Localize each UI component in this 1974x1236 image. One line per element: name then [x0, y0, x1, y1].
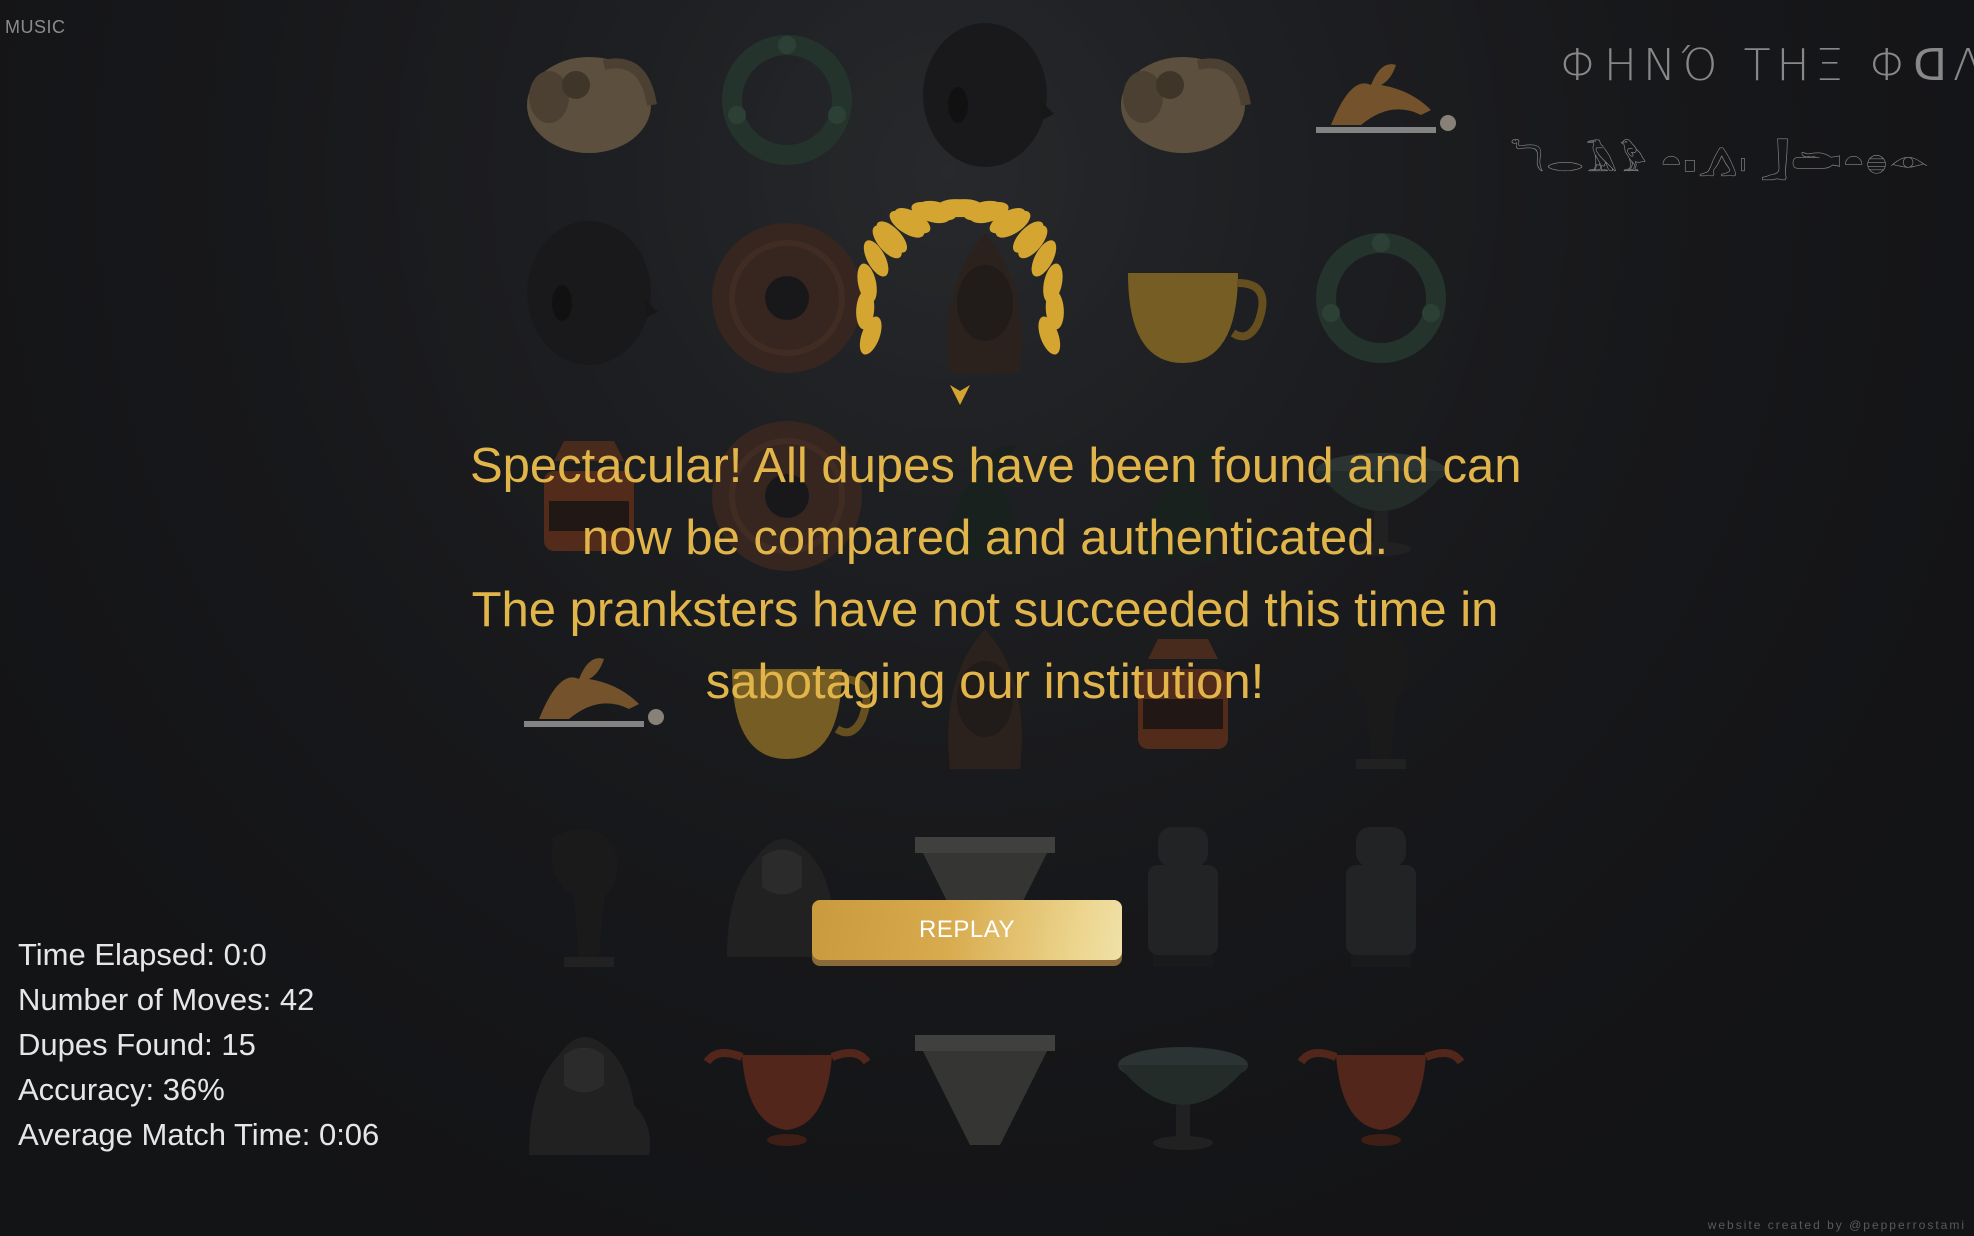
music-toggle[interactable]: MUSIC [5, 17, 66, 38]
dark-bird-statue-card[interactable] [494, 797, 684, 987]
completion-message-line: now be compared and authenticated. [581, 511, 1389, 565]
stats-panel: Time Elapsed: 0:0 Number of Moves: 42 Du… [18, 932, 379, 1157]
bronze-bracelet-icon [1316, 233, 1446, 363]
green-bowl-icon [1118, 1047, 1248, 1150]
horse-figurine-icon [1316, 64, 1456, 133]
time-elapsed: Time Elapsed: 0:0 [18, 937, 267, 972]
accuracy: Accuracy: 36% [18, 1072, 225, 1107]
ram-head-vessel-icon [1121, 57, 1251, 153]
average-match-time: Average Match Time: 0:06 [18, 1117, 380, 1152]
clay-skyphos-icon [703, 1049, 871, 1146]
sumerian-statue-icon [1346, 827, 1416, 967]
bronze-bracelet-icon [722, 35, 852, 165]
number-of-moves: Number of Moves: 42 [18, 982, 315, 1017]
black-stone-head-card[interactable] [494, 203, 684, 393]
clay-skyphos-card[interactable] [692, 995, 882, 1185]
site-credit: website created by @pepperrostami [1707, 1218, 1966, 1232]
lamassu-card[interactable] [494, 995, 684, 1185]
completion-message-line: sabotaging our institution! [705, 655, 1265, 709]
game-subtitle-glyphs: 𓆓𓂋𓄿𓅱 𓏏𓊪𓂻𓏤 𓃀𓂧𓏏𓐍𓁹 [1510, 141, 1931, 179]
completion-message: Spectacular! All dupes have been found a… [470, 430, 1522, 718]
clay-skyphos-icon [1297, 1049, 1465, 1146]
horse-figurine-card[interactable] [1286, 5, 1476, 195]
golden-cup-icon [1128, 273, 1267, 363]
clay-skyphos-card[interactable] [1286, 995, 1476, 1185]
black-stone-head-icon [923, 23, 1054, 167]
ram-head-vessel-card[interactable] [1088, 5, 1278, 195]
dupes-found: Dupes Found: 15 [18, 1027, 256, 1062]
dark-bird-statue-icon [551, 829, 618, 967]
lamassu-icon [529, 1037, 650, 1155]
stone-bowl-icon [915, 1035, 1055, 1145]
bronze-bracelet-card[interactable] [692, 5, 882, 195]
ram-head-vessel-icon [527, 57, 657, 153]
sumerian-statue-card[interactable] [1286, 797, 1476, 987]
bronze-bracelet-card[interactable] [1286, 203, 1476, 393]
black-stone-head-icon [527, 221, 658, 365]
replay-button[interactable]: REPLAY [812, 900, 1122, 960]
green-bowl-card[interactable] [1088, 995, 1278, 1185]
stone-bowl-card[interactable] [890, 995, 1080, 1185]
game-screen: MUSIC ΦΗΝΌ ΤΗΞ ΦᗡΛVD! 𓆓𓂋𓄿𓅱 𓏏𓊪𓂻𓏤 𓃀𓂧𓏏𓐍𓁹 Sp… [0, 0, 1974, 1236]
completion-message-line: Spectacular! All dupes have been found a… [470, 439, 1522, 493]
ram-head-vessel-card[interactable] [494, 5, 684, 195]
completion-message-line: The pranksters have not succeeded this t… [471, 583, 1499, 637]
golden-cup-card[interactable] [1088, 203, 1278, 393]
laurel-wreath-icon [856, 199, 1064, 405]
game-title: ΦΗΝΌ ΤΗΞ ΦᗡΛVD! [1560, 40, 1974, 91]
black-stone-head-card[interactable] [890, 5, 1080, 195]
